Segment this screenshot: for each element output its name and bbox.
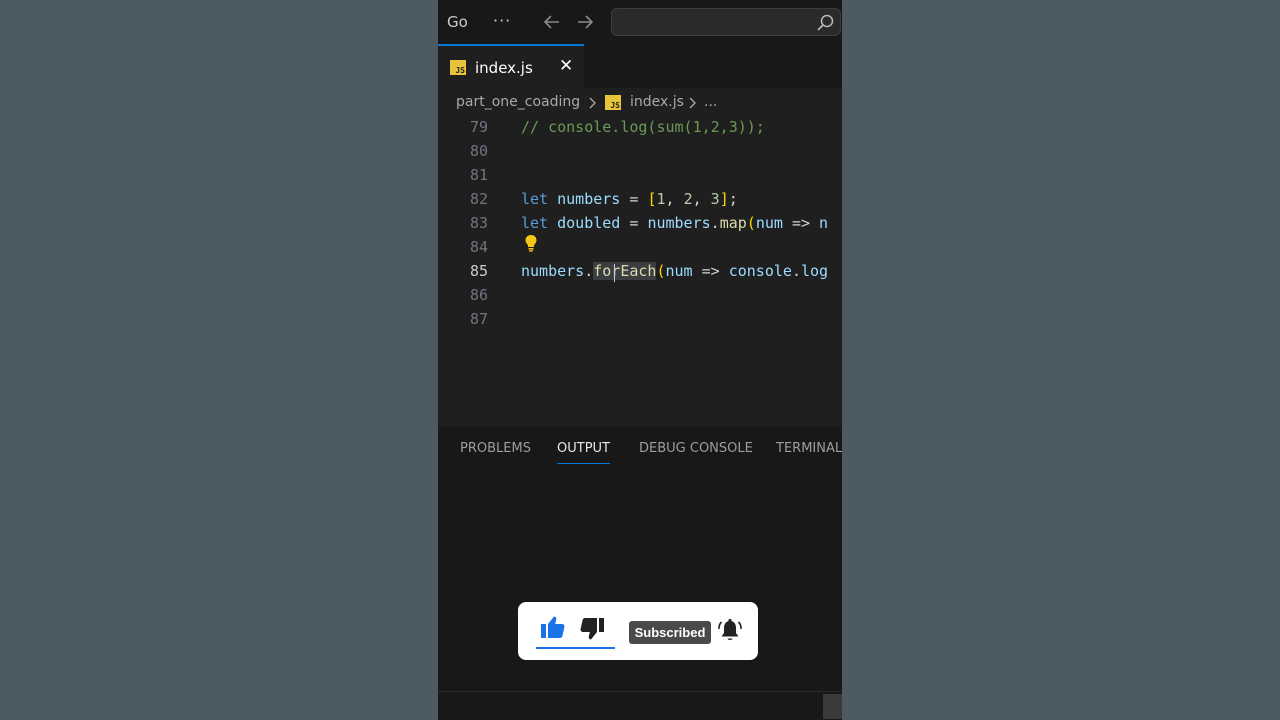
lightbulb-icon[interactable] [524,234,538,252]
code-line-82[interactable]: let numbers = [1, 2, 3]; [521,190,738,208]
back-arrow-icon[interactable] [542,12,562,32]
breadcrumb: part_one_coading JS index.js ... [438,88,842,118]
notification-bell-icon[interactable] [718,618,742,644]
bottom-panel: PROBLEMS OUTPUT DEBUG CONSOLE TERMINAL [438,426,842,720]
thumbs-down-icon[interactable] [579,617,605,641]
line-number: 82 [469,190,488,208]
line-number-active: 85 [469,262,488,280]
subscribed-button[interactable]: Subscribed [629,621,711,644]
background-right [842,0,1280,720]
tab-debug-console[interactable]: DEBUG CONSOLE [639,441,753,456]
close-icon[interactable]: ✕ [559,56,573,76]
line-number: 81 [469,166,488,184]
line-number: 83 [469,214,488,232]
title-bar: Go ··· [438,0,842,44]
js-file-icon: JS [605,95,621,110]
tab-label: index.js [475,59,533,77]
command-center-search[interactable] [611,8,841,36]
chevron-right-icon [589,97,596,109]
search-icon [817,14,834,31]
forward-arrow-icon[interactable] [575,12,595,32]
breadcrumb-folder[interactable]: part_one_coading [456,94,580,110]
line-number: 80 [469,142,488,160]
status-bar [438,691,842,720]
breadcrumb-more[interactable]: ... [704,94,717,110]
line-number: 79 [469,118,488,136]
subscribe-overlay: Subscribed [518,602,758,660]
like-underline [536,647,615,649]
status-bar-item[interactable] [823,694,842,719]
editor-tab-bar: JS index.js ✕ [438,44,842,88]
code-editor[interactable]: 79 80 81 82 83 84 85 86 87 // console.lo… [438,116,842,426]
line-number: 86 [469,286,488,304]
code-line-83[interactable]: let doubled = numbers.map(num => n [521,214,828,232]
tab-output[interactable]: OUTPUT [557,441,610,456]
tab-problems[interactable]: PROBLEMS [460,441,531,456]
breadcrumb-file[interactable]: index.js [630,94,684,110]
code-line-85[interactable]: numbers.forEach(num => console.log [521,262,828,280]
chevron-right-icon [689,97,696,109]
background-left [0,0,438,720]
menu-go[interactable]: Go [447,13,468,31]
more-menu-icon[interactable]: ··· [493,11,511,30]
tab-index-js[interactable]: JS index.js ✕ [438,44,584,88]
code-line-79[interactable]: // console.log(sum(1,2,3)); [521,118,765,136]
active-tab-indicator [557,463,610,464]
js-file-icon: JS [450,60,466,75]
thumbs-up-icon[interactable] [540,615,566,639]
line-number: 87 [469,310,488,328]
text-cursor [614,264,615,282]
tab-terminal[interactable]: TERMINAL [776,441,842,456]
line-number: 84 [469,238,488,256]
